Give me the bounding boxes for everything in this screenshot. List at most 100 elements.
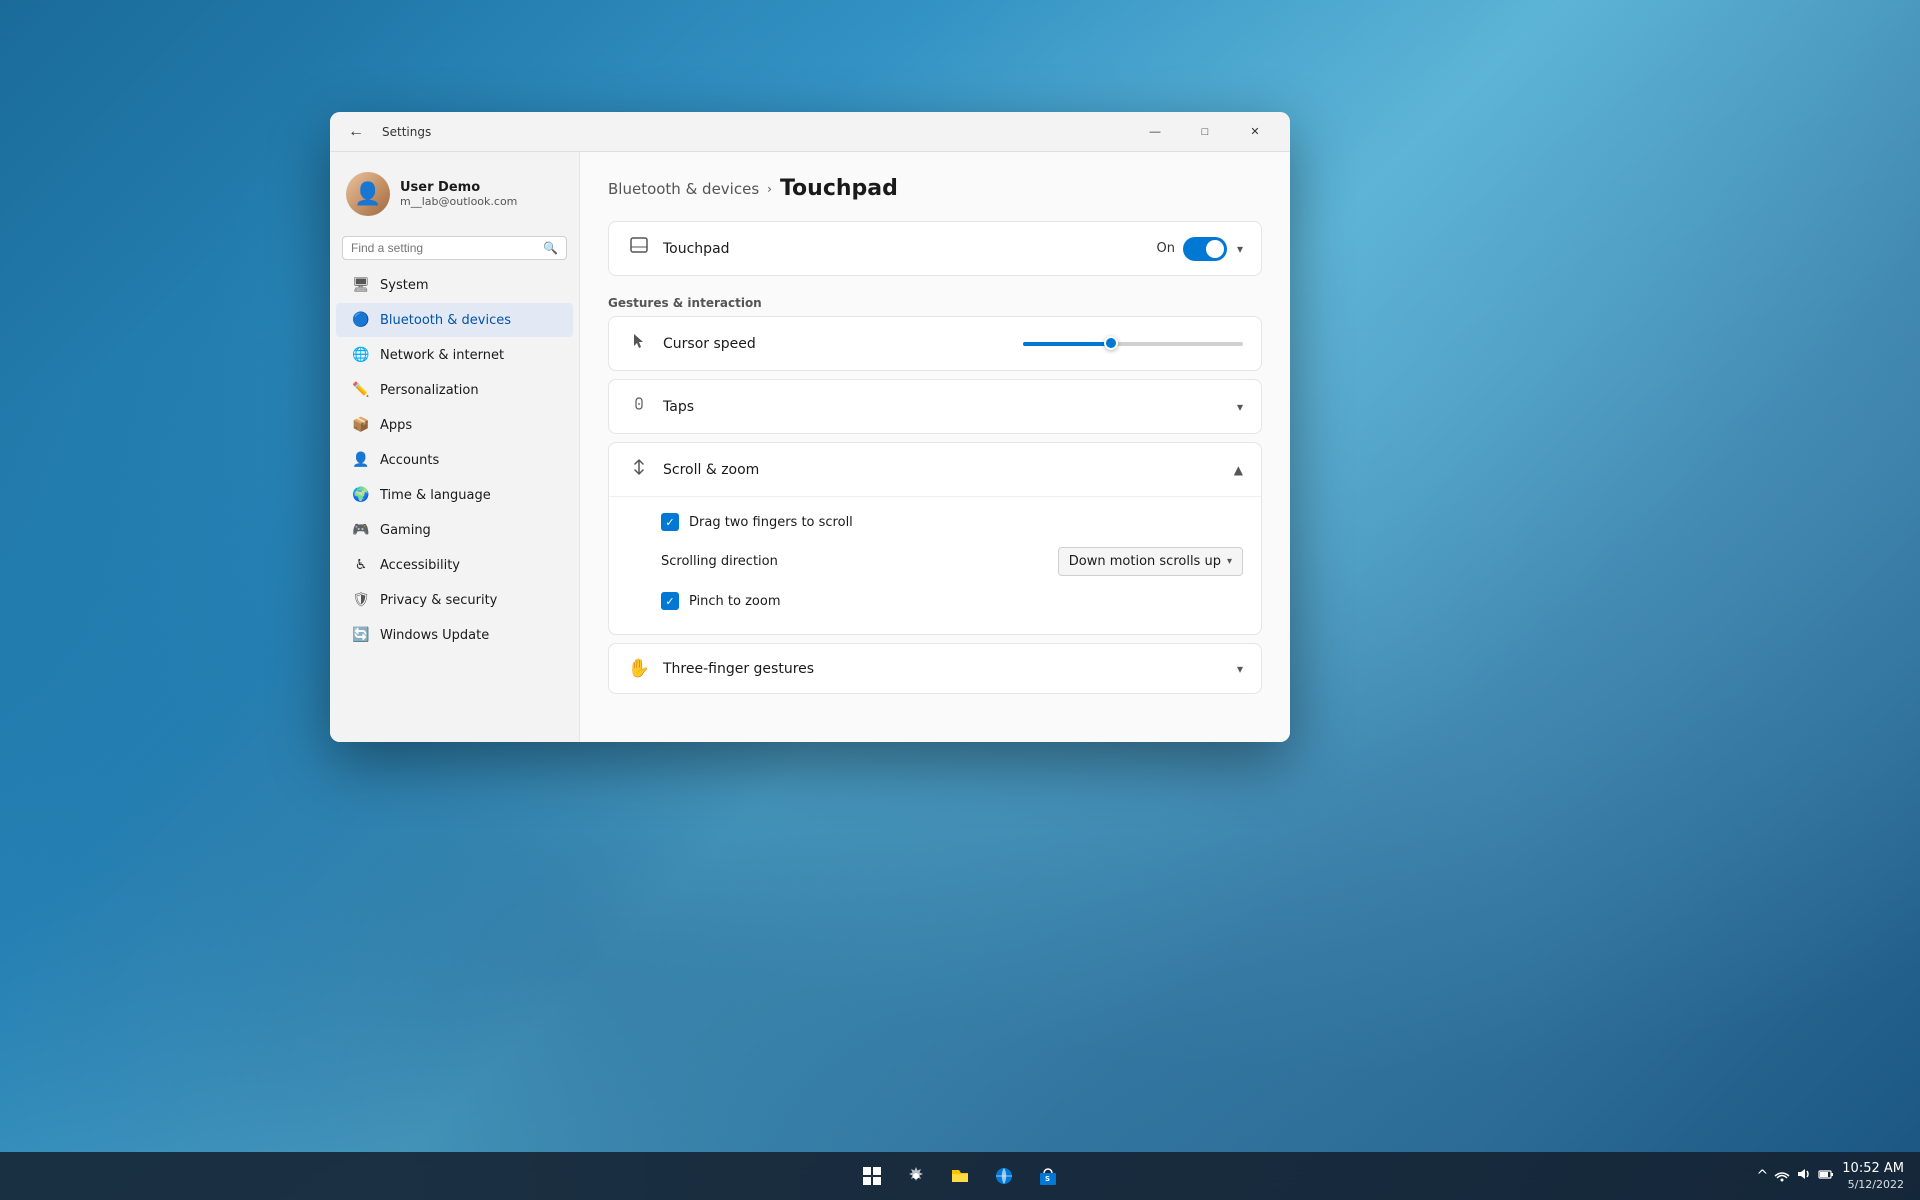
sidebar-item-label-accessibility: Accessibility (380, 558, 460, 573)
three-finger-chevron-icon[interactable]: ▾ (1237, 662, 1243, 676)
touchpad-chevron-icon[interactable]: ▾ (1237, 242, 1243, 256)
battery-tray-icon[interactable] (1818, 1166, 1834, 1186)
scroll-zoom-header-left: Scroll & zoom (627, 457, 759, 482)
scroll-zoom-body: Drag two fingers to scroll Scrolling dir… (609, 496, 1261, 634)
accounts-icon: 👤 (352, 451, 370, 469)
sidebar-item-label-bluetooth: Bluetooth & devices (380, 313, 511, 328)
personalization-icon: ✏️ (352, 381, 370, 399)
sidebar-item-time[interactable]: 🌍 Time & language (336, 478, 573, 512)
network-tray-icon[interactable] (1774, 1166, 1790, 1186)
taps-label: Taps (663, 399, 694, 415)
user-email: m__lab@outlook.com (400, 195, 517, 208)
sidebar-item-label-update: Windows Update (380, 628, 489, 643)
settings-window: ← Settings — □ ✕ User Demo m__lab@outloo… (330, 112, 1290, 742)
sidebar-item-label-network: Network & internet (380, 348, 504, 363)
svg-text:S: S (1045, 1175, 1050, 1183)
breadcrumb-separator: › (767, 182, 772, 196)
breadcrumb-current: Touchpad (780, 176, 898, 201)
scroll-zoom-icon (627, 457, 651, 482)
cursor-speed-left: Cursor speed (627, 331, 756, 356)
accessibility-icon: ♿ (352, 556, 370, 574)
main-content: Bluetooth & devices › Touchpad Touchpad (580, 152, 1290, 742)
breadcrumb-parent[interactable]: Bluetooth & devices (608, 180, 759, 198)
pinch-to-zoom-row: Pinch to zoom (661, 584, 1243, 618)
back-button[interactable]: ← (342, 118, 370, 146)
search-input[interactable] (351, 241, 537, 255)
three-finger-header[interactable]: ✋ Three-finger gestures ▾ (609, 644, 1261, 693)
search-icon: 🔍 (543, 241, 558, 255)
sidebar-item-network[interactable]: 🌐 Network & internet (336, 338, 573, 372)
scrolling-direction-dropdown[interactable]: Down motion scrolls up ▾ (1058, 547, 1243, 576)
window-title: Settings (382, 125, 431, 139)
browser-taskbar-button[interactable] (984, 1156, 1024, 1196)
sidebar-item-update[interactable]: 🔄 Windows Update (336, 618, 573, 652)
sidebar-item-privacy[interactable]: 🛡 Privacy & security (336, 583, 573, 617)
window-controls: — □ ✕ (1132, 116, 1278, 148)
scroll-zoom-chevron-icon[interactable]: ▲ (1234, 463, 1243, 477)
sidebar-item-accounts[interactable]: 👤 Accounts (336, 443, 573, 477)
scroll-zoom-section: Scroll & zoom ▲ Drag two fingers to scro… (608, 442, 1262, 635)
minimize-button[interactable]: — (1132, 116, 1178, 148)
touchpad-icon (627, 236, 651, 261)
cursor-speed-slider[interactable] (1023, 342, 1243, 346)
bluetooth-icon: 🔵 (352, 311, 370, 329)
sidebar-item-system[interactable]: 🖥 System (336, 268, 573, 302)
sidebar: User Demo m__lab@outlook.com 🔍 🖥 System … (330, 152, 580, 742)
settings-taskbar-button[interactable] (896, 1156, 936, 1196)
close-button[interactable]: ✕ (1232, 116, 1278, 148)
clock-date: 5/12/2022 (1842, 1178, 1904, 1191)
start-button[interactable] (852, 1156, 892, 1196)
sound-tray-icon[interactable] (1796, 1166, 1812, 1186)
pinch-to-zoom-checkbox[interactable] (661, 592, 679, 610)
pinch-to-zoom-label: Pinch to zoom (689, 594, 781, 609)
taps-icon (627, 394, 651, 419)
sidebar-item-gaming[interactable]: 🎮 Gaming (336, 513, 573, 547)
gestures-section-label: Gestures & interaction (608, 284, 1262, 316)
touchpad-card: Touchpad On ▾ (608, 221, 1262, 276)
sidebar-item-personalization[interactable]: ✏️ Personalization (336, 373, 573, 407)
title-bar-left: ← Settings (342, 118, 431, 146)
touchpad-card-header[interactable]: Touchpad On ▾ (609, 222, 1261, 275)
maximize-button[interactable]: □ (1182, 116, 1228, 148)
drag-two-fingers-row: Drag two fingers to scroll (661, 505, 1243, 539)
scrolling-direction-label: Scrolling direction (661, 554, 778, 569)
scroll-zoom-header[interactable]: Scroll & zoom ▲ (609, 443, 1261, 496)
sidebar-item-label-gaming: Gaming (380, 523, 431, 538)
user-name: User Demo (400, 180, 517, 195)
sidebar-item-accessibility[interactable]: ♿ Accessibility (336, 548, 573, 582)
three-finger-section: ✋ Three-finger gestures ▾ (608, 643, 1262, 694)
touchpad-card-right: On ▾ (1156, 237, 1243, 261)
user-info: User Demo m__lab@outlook.com (400, 180, 517, 208)
files-taskbar-button[interactable] (940, 1156, 980, 1196)
store-taskbar-button[interactable]: S (1028, 1156, 1068, 1196)
clock[interactable]: 10:52 AM 5/12/2022 (1842, 1161, 1904, 1191)
touchpad-card-left: Touchpad (627, 236, 730, 261)
window-body: User Demo m__lab@outlook.com 🔍 🖥 System … (330, 152, 1290, 742)
taps-header-left: Taps (627, 394, 694, 419)
cursor-speed-row: Cursor speed (608, 316, 1262, 371)
tray-chevron-icon[interactable]: ^ (1757, 1168, 1769, 1184)
dropdown-arrow-icon: ▾ (1227, 556, 1232, 567)
sidebar-item-apps[interactable]: 📦 Apps (336, 408, 573, 442)
toggle-label: On (1156, 241, 1174, 256)
taps-header[interactable]: Taps ▾ (609, 380, 1261, 433)
sidebar-item-bluetooth[interactable]: 🔵 Bluetooth & devices (336, 303, 573, 337)
slider-thumb[interactable] (1104, 336, 1118, 350)
taps-section: Taps ▾ (608, 379, 1262, 434)
touchpad-toggle-container: On (1156, 237, 1226, 261)
taps-chevron-icon[interactable]: ▾ (1237, 400, 1243, 414)
drag-two-fingers-checkbox[interactable] (661, 513, 679, 531)
system-icon: 🖥 (352, 276, 370, 294)
sidebar-item-label-system: System (380, 278, 428, 293)
three-finger-label: Three-finger gestures (663, 661, 814, 677)
breadcrumb: Bluetooth & devices › Touchpad (608, 176, 1262, 201)
three-finger-icon: ✋ (627, 658, 651, 679)
title-bar: ← Settings — □ ✕ (330, 112, 1290, 152)
sidebar-item-label-personalization: Personalization (380, 383, 479, 398)
time-icon: 🌍 (352, 486, 370, 504)
slider-fill (1023, 342, 1111, 346)
touchpad-toggle[interactable] (1183, 237, 1227, 261)
taskbar-center: S (852, 1156, 1068, 1196)
scrolling-direction-value: Down motion scrolls up (1069, 554, 1221, 569)
search-box[interactable]: 🔍 (342, 236, 567, 260)
